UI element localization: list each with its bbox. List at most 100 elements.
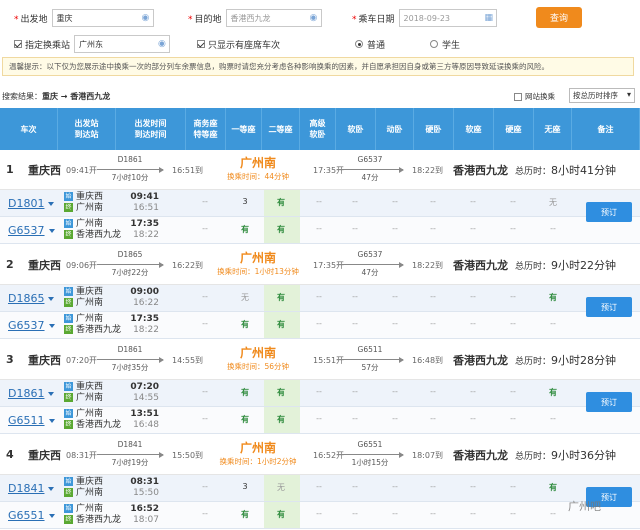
book-button[interactable]: 预订 [586, 392, 632, 412]
arrive-badge-icon: 终 [64, 230, 73, 239]
transfer-city: 广州南 [239, 156, 276, 170]
seat-cell: -- [510, 292, 516, 301]
total-duration-label: 总历时： [515, 167, 552, 177]
seat-cell: 有 [277, 320, 285, 329]
seat-cell: -- [392, 414, 398, 423]
arrive-badge-icon: 终 [64, 515, 73, 524]
seat-cell: -- [430, 224, 436, 233]
seat-cell: 有 [277, 510, 285, 519]
first-arrive: 16:51到 [172, 166, 204, 175]
normal-radio[interactable] [355, 40, 363, 48]
student-option[interactable]: 学生 [430, 35, 460, 53]
seat-cell: 有 [241, 388, 249, 397]
seat-cell: 无 [241, 293, 249, 302]
transfer-wait: 换乘时间：44分钟 [226, 172, 290, 181]
seat-cell: -- [392, 509, 398, 518]
second-arrive: 18:22到 [412, 261, 444, 270]
seat-cell: -- [470, 319, 476, 328]
transfer-input[interactable]: 广州东 ◉ [74, 35, 171, 53]
book-button[interactable]: 预订 [586, 202, 632, 222]
transfer-wait: 换乘时间：1小时2分钟 [219, 457, 297, 466]
transfer-field: 指定换乘站 广州东 ◉ [14, 35, 171, 53]
segment-to: 广州南 [76, 298, 104, 308]
transfer-label: 指定换乘站 [25, 40, 71, 51]
to-input[interactable]: 香港西九龙 ◉ [225, 9, 322, 27]
segment-arrive-time: 16:22 [133, 298, 159, 308]
segment-from: 广州南 [76, 504, 104, 514]
seat-cell: -- [202, 292, 208, 301]
normal-option[interactable]: 普通 [355, 35, 385, 53]
student-radio[interactable] [430, 40, 438, 48]
first-train-number: D1861 [117, 345, 143, 354]
sort-select[interactable]: 按总历时排序 [569, 88, 635, 103]
seat-cell: 有 [241, 225, 249, 234]
segment-times: 17:35 18:22 [129, 219, 159, 241]
second-train-info: G6537 47分 [330, 155, 410, 183]
seat-cell: -- [470, 197, 476, 206]
segment-stations: 始广州南终香港西九龙 [64, 409, 121, 431]
destination-station: 香港西九龙 [453, 354, 508, 367]
origin-station: 重庆西 [28, 164, 61, 177]
train-number-link[interactable]: G6551 [8, 509, 55, 522]
segment-arrive-time: 18:22 [133, 230, 159, 240]
total-duration-label: 总历时： [515, 262, 552, 272]
transfer-info: 广州南 换乘时间：1小时2分钟 [208, 439, 308, 467]
total-duration-label: 总历时： [515, 357, 552, 367]
query-button[interactable]: 查询 [536, 7, 582, 28]
arrive-badge-icon: 终 [64, 393, 73, 402]
train-number-link[interactable]: G6537 [8, 224, 55, 237]
first-arrive: 16:22到 [172, 261, 204, 270]
arrow-icon [97, 166, 164, 173]
second-train-info: G6511 57分 [330, 345, 410, 373]
first-train-info: D1861 7小时35分 [90, 345, 170, 373]
seat-cell: -- [202, 387, 208, 396]
segment-row: G6537 始广州南终香港西九龙 17:35 18:22 -- 有 有 -- -- -- -- -… [0, 312, 640, 339]
depart-badge-icon: 始 [64, 192, 73, 201]
segment-depart-time: 17:35 [130, 219, 159, 229]
seat-cell: 有 [241, 510, 249, 519]
seat-cell: -- [550, 224, 556, 233]
result-group: 4 重庆西 08:31开 D1841 7小时19分 15:50到 广州南 换乘时间：… [0, 435, 640, 530]
segment-stations: 始广州南终香港西九龙 [64, 504, 121, 526]
first-train-info: D1861 7小时10分 [90, 155, 170, 183]
segment-times: 09:00 16:22 [129, 287, 159, 309]
second-duration: 47分 [361, 268, 379, 277]
train-number-link[interactable]: D1801 [8, 197, 54, 210]
train-number-link[interactable]: D1861 [8, 387, 54, 400]
table-header: 车次 出发站 到达站 出发时间 到达时间 商务座 特等座 一等座 二等座 高级 软卧 软卧 动卧 硬卧 软座… [0, 108, 640, 150]
destination-station: 香港西九龙 [453, 164, 508, 177]
seat-cell: -- [352, 509, 358, 518]
segment-times: 13:51 16:48 [129, 409, 159, 431]
segment-stations: 始重庆西终广州南 [64, 192, 103, 214]
seat-cell: -- [316, 319, 322, 328]
segment-arrive-time: 18:07 [133, 515, 159, 525]
total-duration: 总历时：9小时36分钟 [515, 447, 616, 463]
book-button[interactable]: 预订 [586, 297, 632, 317]
date-input[interactable]: 2018-09-23 ▦ [398, 9, 497, 27]
segment-to: 广州南 [76, 488, 104, 498]
seat-cell: -- [510, 197, 516, 206]
second-duration: 57分 [361, 363, 379, 372]
seat-cell: -- [392, 387, 398, 396]
transfer-checkbox[interactable] [14, 40, 22, 48]
web-transfer-option[interactable]: 网站换乘 [514, 91, 555, 102]
column-header: 高级 软卧 [300, 108, 336, 150]
from-input[interactable]: 重庆 ◉ [51, 9, 154, 27]
result-group: 2 重庆西 09:06开 D1865 7小时22分 16:22到 广州南 换乘时间：… [0, 245, 640, 340]
arrive-badge-icon: 终 [64, 488, 73, 497]
second-train-info: G6551 1小时15分 [330, 440, 410, 468]
train-number-link[interactable]: D1841 [8, 482, 54, 495]
transfer-wait: 换乘时间：1小时13分钟 [217, 267, 299, 276]
web-transfer-checkbox[interactable] [514, 92, 522, 101]
segment-times: 17:35 18:22 [129, 314, 159, 336]
seat-checkbox[interactable] [197, 40, 205, 48]
location-pin-icon: ◉ [158, 39, 166, 49]
seat-cell: 有 [277, 293, 285, 302]
segment-from: 重庆西 [76, 192, 104, 202]
train-number-link[interactable]: G6511 [8, 414, 55, 427]
column-header: 商务座 特等座 [186, 108, 226, 150]
segment-row: D1841 始重庆西终广州南 08:31 15:50 -- 3 无 -- -- -- -- -- -… [0, 475, 640, 502]
train-number-link[interactable]: D1865 [8, 292, 54, 305]
seat-cell: -- [392, 292, 398, 301]
train-number-link[interactable]: G6537 [8, 319, 55, 332]
